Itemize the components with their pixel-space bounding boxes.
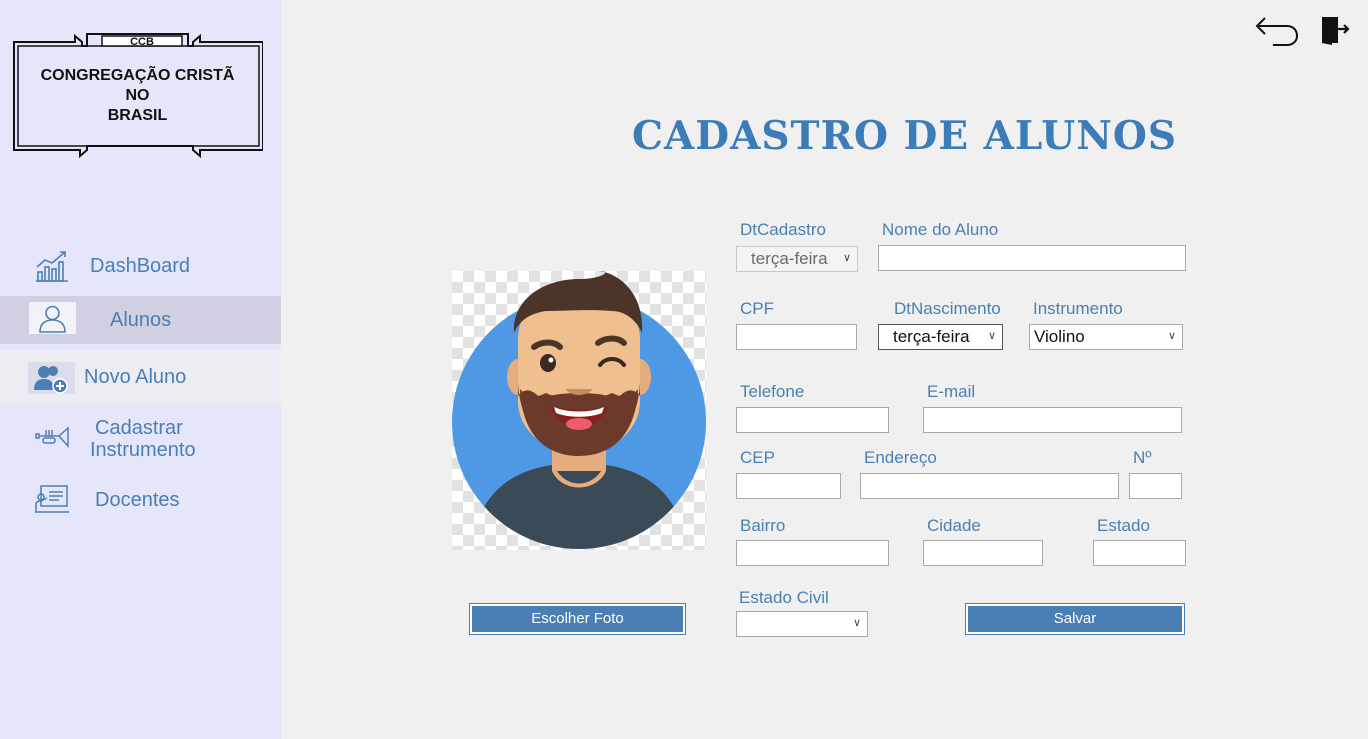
ccb-logo: CCB CONGREGAÇÃO CRISTÃ NO BRASIL [12,32,264,159]
instrumento-label: Instrumento [1033,299,1123,318]
chevron-down-icon: ∨ [852,617,861,629]
sidebar-item-dashboard[interactable]: DashBoard [0,244,281,290]
avatar-illustration [452,271,706,549]
endereco-label: Endereço [864,448,937,467]
dtnascimento-select[interactable]: terça-feira ∨ [878,324,1003,350]
estado-input[interactable] [1093,540,1186,566]
back-arrow-icon[interactable] [1255,14,1299,50]
student-photo[interactable] [452,271,706,550]
estado-civil-label: Estado Civil [739,588,829,607]
numero-label: Nº [1133,448,1152,467]
logo-line-1: CONGREGAÇÃO CRISTÃ [40,67,235,84]
cep-input[interactable] [736,473,841,499]
dtcadastro-label: DtCadastro [740,220,826,239]
cidade-input[interactable] [923,540,1043,566]
dtnascimento-label: DtNascimento [894,299,1001,318]
sidebar-item-label: Docentes [95,489,180,511]
logo-line-3: BRASIL [107,107,168,124]
sidebar-item-label: Cadastrar [95,417,183,439]
chevron-down-icon: ∨ [1167,330,1176,342]
cidade-label: Cidade [927,516,981,535]
email-label: E-mail [927,382,976,401]
add-user-icon [28,362,75,394]
nome-aluno-input[interactable] [878,245,1186,271]
telefone-label: Telefone [740,382,805,401]
dtcadastro-value: terça-feira [751,249,828,268]
sidebar: CCB CONGREGAÇÃO CRISTÃ NO BRASIL DashBoa… [0,0,281,739]
trumpet-icon [35,426,69,454]
logo-abbr: CCB [130,36,154,48]
logo-text: CONGREGAÇÃO CRISTÃ NO BRASIL [12,66,263,126]
bairro-label: Bairro [740,516,786,535]
dtcadastro-select[interactable]: terça-feira ∨ [736,246,858,272]
email-input[interactable] [923,407,1182,433]
cpf-label: CPF [740,299,774,318]
estado-label: Estado [1097,516,1150,535]
nome-aluno-label: Nome do Aluno [882,220,999,239]
logo-line-2: NO [125,87,150,104]
chevron-down-icon: ∨ [842,252,851,264]
escolher-foto-button[interactable]: Escolher Foto [469,603,686,635]
teacher-board-icon [35,484,69,520]
chart-bars-icon [35,250,69,288]
sidebar-item-cadastrar-instrumento[interactable]: Cadastrar Instrumento [0,414,281,466]
instrumento-value: Violino [1034,327,1085,346]
chevron-down-icon: ∨ [987,330,996,342]
salvar-button[interactable]: Salvar [965,603,1185,635]
exit-door-icon[interactable] [1320,15,1352,49]
endereco-input[interactable] [860,473,1119,499]
telefone-input[interactable] [736,407,889,433]
instrumento-select[interactable]: Violino ∨ [1029,324,1183,350]
sidebar-item-alunos[interactable]: Alunos [0,296,281,344]
user-outline-icon [29,302,76,334]
estado-civil-select[interactable]: ∨ [736,611,868,637]
sidebar-item-label: Novo Aluno [84,366,187,388]
sidebar-item-docentes[interactable]: Docentes [0,480,281,520]
page-title: CADASTRO DE ALUNOS [632,113,1177,159]
sidebar-item-label: DashBoard [90,255,191,277]
cep-label: CEP [740,448,775,467]
sidebar-item-novo-aluno[interactable]: Novo Aluno [0,350,281,404]
cpf-input[interactable] [736,324,857,350]
sidebar-item-label: Alunos [110,309,172,331]
numero-input[interactable] [1129,473,1182,499]
dtnascimento-value: terça-feira [893,327,970,346]
bairro-input[interactable] [736,540,889,566]
sidebar-item-label-2: Instrumento [90,439,196,461]
